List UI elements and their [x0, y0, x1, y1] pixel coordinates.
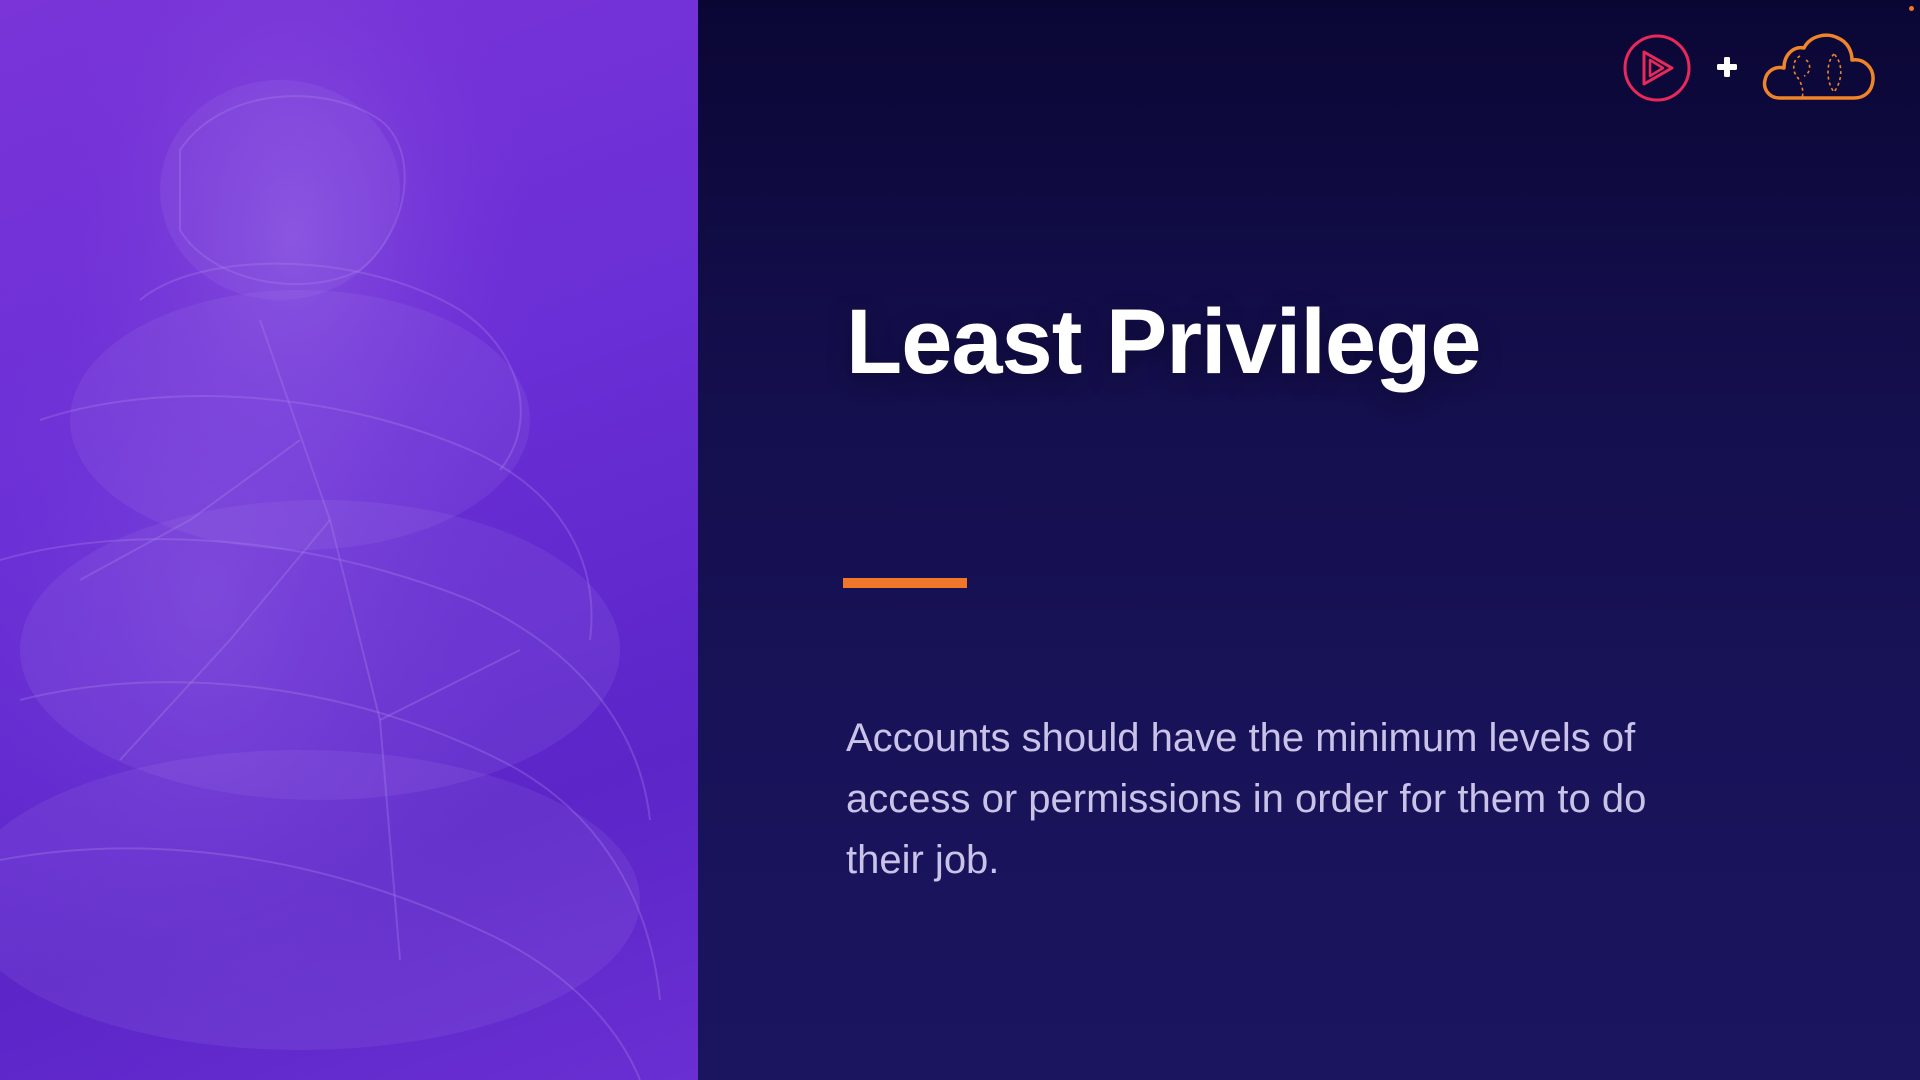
accent-divider: [843, 578, 967, 588]
content-panel: [698, 0, 1920, 1080]
plus-icon: [1717, 57, 1737, 77]
slide: Least Privilege Accounts should have the…: [0, 0, 1920, 1080]
decorative-image-panel: [0, 0, 698, 1080]
slide-body-text: Accounts should have the minimum levels …: [846, 716, 1647, 882]
slide-title: Least Privilege: [846, 291, 1481, 393]
cabbage-image: [0, 0, 698, 1080]
cloud-logo-icon: [1762, 33, 1875, 100]
play-logo-icon: [1623, 34, 1691, 102]
corner-marker: [1909, 6, 1914, 11]
logo-group: [1620, 30, 1880, 110]
